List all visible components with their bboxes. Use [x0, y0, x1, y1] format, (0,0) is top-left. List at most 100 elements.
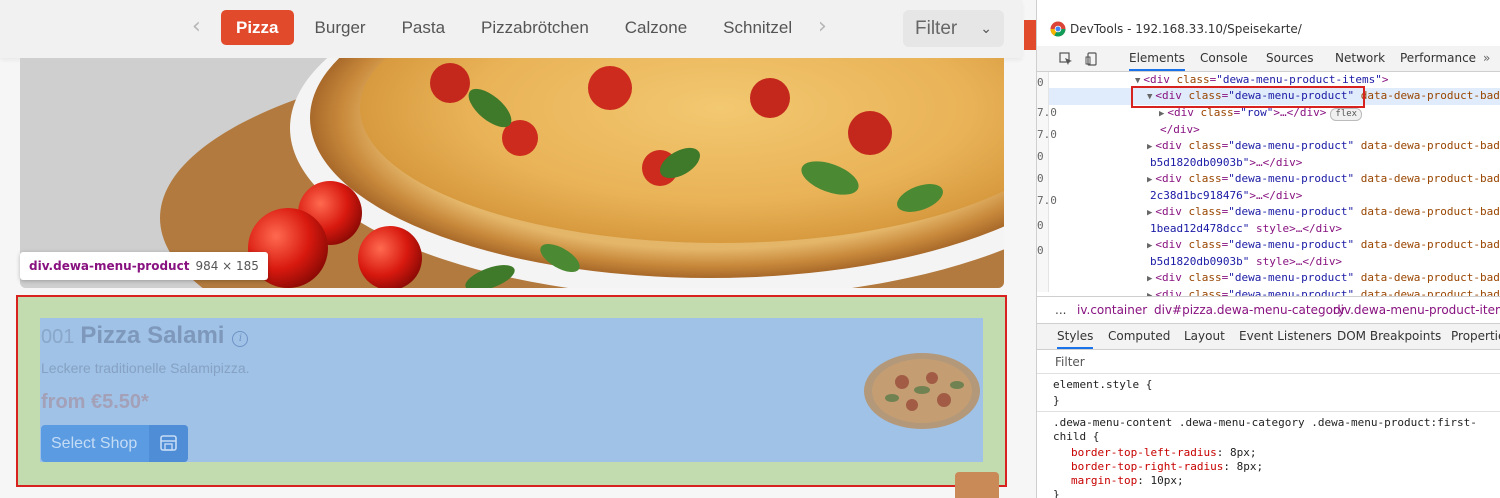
dom-attr-value: "dewa-menu-product": [1228, 205, 1355, 218]
styles-pane: element.style { } .dewa-menu-content .de…: [1037, 374, 1500, 498]
dom-tag-end: [1354, 271, 1361, 284]
breadcrumb-more[interactable]: ...: [1055, 303, 1066, 317]
dom-node-row[interactable]: ▶ <div class="dewa-menu-product" data-dew…: [1049, 270, 1500, 287]
tab-sources[interactable]: Sources: [1266, 51, 1313, 65]
dom-attr-name: class: [1188, 139, 1222, 152]
dom-tag-end: >: [1381, 73, 1389, 86]
tab-elements[interactable]: Elements: [1129, 51, 1185, 71]
dom-node-row[interactable]: ▶ <div class="dewa-menu-product" data-dew…: [1049, 287, 1500, 296]
breadcrumb-item[interactable]: div.dewa-menu-product-items: [1333, 303, 1500, 317]
category-pasta[interactable]: Pasta: [387, 10, 460, 45]
dom-node-row[interactable]: b5d1820db0903b">…</div>: [1049, 155, 1500, 172]
category-list: Pizza Burger Pasta Pizzabrötchen Calzone Schn…: [221, 10, 818, 46]
dom-node-row[interactable]: ▶ <div class="dewa-menu-product" data-dew…: [1049, 138, 1500, 155]
gutter-label: 0: [1037, 172, 1044, 185]
dom-node-row[interactable]: b5d1820db0903b" style>…</div>: [1049, 254, 1500, 271]
select-shop-button[interactable]: Select Shop: [41, 425, 188, 462]
category-schnitzel[interactable]: Schnitzel: [708, 10, 807, 45]
dom-node-row[interactable]: ▶ <div class="dewa-menu-product" data-dew…: [1049, 237, 1500, 254]
tab-layout[interactable]: Layout: [1184, 329, 1225, 343]
rule-selector-cont: child {: [1053, 430, 1100, 443]
tab-network[interactable]: Network: [1335, 51, 1385, 65]
element-inspect-tooltip: div.dewa-menu-product 984 × 185: [20, 252, 268, 280]
info-icon[interactable]: i: [232, 330, 249, 347]
dom-expand-icon: ▶: [1147, 142, 1153, 152]
shop-icon: [149, 425, 188, 462]
dom-attr-name: class: [1188, 288, 1222, 296]
dom-tag-end: [1354, 288, 1361, 296]
tab-computed[interactable]: Computed: [1108, 329, 1170, 343]
side-tab[interactable]: [1024, 20, 1036, 50]
gutter-label: 0: [1037, 76, 1044, 89]
tooltip-selector: div.dewa-menu-product: [29, 259, 190, 273]
breadcrumb-item[interactable]: div#pizza.dewa-menu-category: [1154, 303, 1345, 317]
dom-extra: data-dewa-product-bad: [1360, 288, 1500, 296]
dom-node-row[interactable]: ▶ <div class="dewa-menu-product" data-dew…: [1049, 171, 1500, 188]
filter-placeholder: Filter: [1055, 355, 1085, 369]
filter-button[interactable]: Filter ⌄: [903, 10, 1004, 47]
dom-tag: <div: [1155, 238, 1189, 251]
inspect-element-icon[interactable]: [1059, 52, 1073, 66]
product-name: Pizza Salami: [80, 322, 225, 349]
dom-extra: flex: [1330, 108, 1363, 121]
tab-styles[interactable]: Styles: [1057, 329, 1094, 349]
dom-attr-value: "dewa-menu-product": [1228, 238, 1355, 251]
dom-extra: data-dewa-product-bad: [1360, 172, 1500, 185]
dom-tag-end: >…</div>: [1249, 189, 1303, 202]
tab-performance[interactable]: Performance: [1400, 51, 1476, 65]
tab-console[interactable]: Console: [1200, 51, 1248, 65]
dom-tag: <div: [1155, 139, 1189, 152]
dom-node-row[interactable]: 1bead12d478dcc" style>…</div>: [1049, 221, 1500, 238]
rule-close-brace: }: [1053, 488, 1060, 498]
screenshot-root: ‹ Pizza Burger Pasta Pizzabrötchen Calzone Sc…: [0, 0, 1500, 498]
tooltip-size: 984 × 185: [195, 259, 259, 273]
dom-attr-name: class: [1188, 205, 1222, 218]
breadcrumb-item[interactable]: iv.container: [1077, 303, 1147, 317]
select-shop-label: Select Shop: [51, 435, 138, 452]
tab-dom-breakpoints[interactable]: DOM Breakpoints: [1337, 329, 1441, 343]
styles-filter-input[interactable]: Filter: [1037, 350, 1500, 374]
devtools-titlebar: DevTools - 192.168.33.10/Speisekarte/: [1037, 14, 1500, 46]
chevron-down-icon: ⌄: [980, 20, 992, 36]
dom-node-row[interactable]: 2c38d1bc918476">…</div>: [1049, 188, 1500, 205]
dom-tag-end: style>…</div>: [1249, 222, 1343, 235]
style-declaration[interactable]: border-top-right-radius: 8px;: [1071, 460, 1263, 473]
dom-tag: <div: [1143, 73, 1177, 86]
style-prop: margin-top: [1071, 474, 1138, 487]
dom-tag: <div: [1155, 288, 1189, 296]
dom-attr-value: "dewa-menu-product": [1228, 271, 1355, 284]
dom-extra: data-dewa-product-bad: [1360, 139, 1500, 152]
dom-node-row[interactable]: </div>: [1049, 122, 1500, 139]
dom-expand-icon: ▶: [1147, 241, 1153, 251]
dom-selection-highlight: [1131, 86, 1365, 108]
dom-attr-value: "dewa-menu-product": [1228, 172, 1355, 185]
category-pizzabroetchen[interactable]: Pizzabrötchen: [466, 10, 604, 45]
product-number: 001: [41, 326, 75, 348]
category-burger[interactable]: Burger: [300, 10, 381, 45]
device-toolbar-icon[interactable]: [1085, 52, 1099, 66]
dom-extra: data-dewa-product-bad: [1360, 205, 1500, 218]
next-arrow-icon[interactable]: ›: [818, 14, 827, 39]
rule-selector: .dewa-menu-content .dewa-menu-category .…: [1053, 416, 1477, 429]
dom-tag-end: >…</div>: [1249, 156, 1303, 169]
dom-attr-name: class: [1188, 172, 1222, 185]
corner-shop-button[interactable]: [955, 472, 999, 498]
style-declaration[interactable]: border-top-left-radius: 8px;: [1071, 446, 1256, 459]
prev-arrow-icon[interactable]: ‹: [192, 14, 201, 39]
dom-attr-value: "dewa-menu-product-items": [1216, 73, 1382, 86]
tab-event-listeners[interactable]: Event Listeners: [1239, 329, 1332, 343]
dom-attr-value: "dewa-menu-product": [1228, 139, 1355, 152]
gutter-label: 0: [1037, 219, 1044, 232]
category-pizza[interactable]: Pizza: [221, 10, 294, 45]
style-value: 8px;: [1229, 446, 1257, 459]
rule-close-brace: }: [1053, 394, 1060, 407]
product-price: from €5.50*: [41, 391, 149, 413]
chrome-icon: [1050, 21, 1066, 37]
dom-node-row[interactable]: ▶ <div class="dewa-menu-product" data-dew…: [1049, 204, 1500, 221]
dom-attr-value: 2c38d1bc918476": [1150, 189, 1250, 202]
tab-properties[interactable]: Properties: [1451, 329, 1500, 343]
product-title: 001 Pizza Salami i: [41, 322, 249, 350]
category-calzone[interactable]: Calzone: [610, 10, 702, 45]
more-tabs-icon[interactable]: »: [1483, 51, 1490, 65]
style-declaration[interactable]: margin-top: 10px;: [1071, 474, 1184, 487]
